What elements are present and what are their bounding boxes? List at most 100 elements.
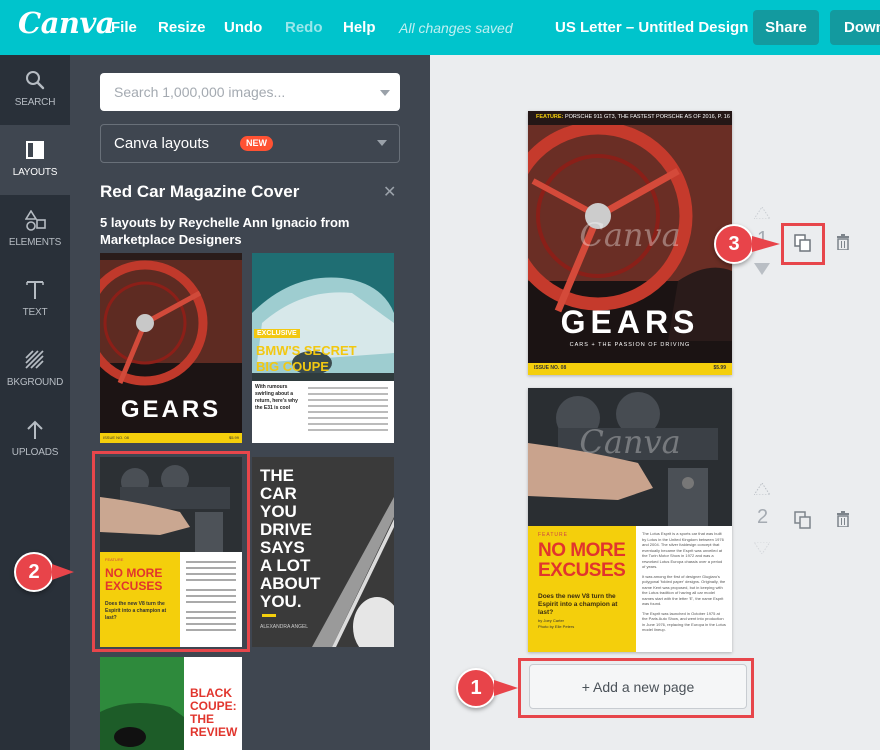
menu-file[interactable]: File	[111, 19, 137, 36]
rail-text-label: TEXT	[22, 307, 48, 318]
move-down-icon[interactable]	[754, 542, 770, 554]
page-1-price[interactable]: $5.99	[713, 365, 726, 371]
move-down-icon[interactable]	[754, 263, 770, 275]
thumb-bmw-headline-1: BMW'S SECRET	[256, 343, 357, 358]
thumb-car-drive-line: DRIVE	[260, 520, 312, 539]
rail-background-label: BKGROUND	[6, 377, 64, 388]
save-status: All changes saved	[399, 20, 513, 36]
thumb-car-drive-line: CAR	[260, 484, 297, 503]
page-2-byline-1[interactable]: by Joey Carter	[538, 618, 564, 623]
layouts-icon	[26, 141, 44, 159]
thumb-gears-issue: ISSUE NO. 08	[103, 435, 129, 440]
page-2-deck[interactable]: Does the new V8 turn the Espirit into a …	[538, 593, 632, 617]
rail-elements[interactable]: ELEMENTS	[0, 195, 70, 265]
page-1-subtitle[interactable]: CARS + THE PASSION OF DRIVING	[528, 342, 732, 348]
left-rail: SEARCH LAYOUTS ELEMENTS TEXT BKGROUND UP…	[0, 55, 70, 750]
thumb-car-drive-line: A LOT	[260, 556, 311, 575]
rail-background[interactable]: BKGROUND	[0, 335, 70, 405]
page-2-body-paragraph: It was among the first of designer Giugi…	[642, 573, 726, 607]
watermark: Canva	[579, 423, 681, 461]
layout-thumb-bmw[interactable]: EXCLUSIVE BMW'S SECRET BIG COUPE With ru…	[252, 253, 394, 443]
page-2-byline-2[interactable]: Photo by Elle Peters	[538, 624, 574, 629]
page-2-body-paragraph: The Esprit was launched in October 1975 …	[642, 610, 726, 633]
background-icon	[25, 350, 44, 369]
rail-elements-label: ELEMENTS	[8, 237, 62, 248]
page-2-headline-1[interactable]: NO MORE	[538, 541, 626, 561]
page-2-headline-2[interactable]: EXCUSES	[538, 561, 626, 581]
download-button[interactable]: Down	[830, 10, 880, 45]
thumb-bmw-teaser: With rumours swirling about a return, he…	[255, 384, 298, 411]
search-input[interactable]	[100, 73, 370, 111]
thumb-bmw-headline-2: BIG COUPE	[256, 359, 329, 374]
page-1-issue[interactable]: ISSUE NO. 08	[534, 365, 566, 371]
thumb-black-coupe-text: BLACK COUPE: THE REVIEW	[190, 687, 237, 739]
callout-2: 2	[14, 552, 54, 592]
watermark: Canva	[579, 216, 681, 254]
menu-redo[interactable]: Redo	[285, 19, 323, 36]
page-2[interactable]: Canva FEATURE NO MORE EXCUSES Does the n…	[528, 388, 732, 652]
thumb-car-drive-line: THE	[260, 466, 294, 485]
thumb-car-drive-byline: ALEXANDRA ANGEL	[260, 624, 309, 630]
rail-uploads[interactable]: UPLOADS	[0, 405, 70, 475]
document-title[interactable]: US Letter – Untitled Design	[555, 19, 748, 36]
search-icon	[26, 71, 45, 90]
rail-search-label: SEARCH	[14, 97, 56, 108]
layouts-panel: Canva layouts NEW Red Car Magazine Cover…	[70, 55, 430, 750]
layout-thumb-black-coupe[interactable]: BLACK COUPE: THE REVIEW	[100, 657, 242, 750]
page-2-feature[interactable]: FEATURE	[538, 532, 568, 538]
callout-pointer	[494, 680, 518, 696]
menu-resize[interactable]: Resize	[158, 19, 206, 36]
callout-pointer	[752, 236, 780, 252]
move-up-icon[interactable]	[754, 483, 770, 495]
rail-text[interactable]: TEXT	[0, 265, 70, 335]
thumb-car-drive-text: THE CAR YOU DRIVE SAYS A LOT ABOUT YOU.	[260, 467, 320, 611]
layouts-dropdown-label: Canva layouts	[114, 135, 210, 152]
thumb-gears-price: $5.99	[228, 435, 239, 440]
text-icon	[26, 281, 44, 299]
page-1-banner-text: PORSCHE 911 GT3, THE FASTEST PORSCHE AS …	[564, 114, 730, 120]
callout-3: 3	[714, 224, 754, 264]
chevron-down-icon	[377, 140, 387, 146]
close-icon[interactable]: ✕	[383, 182, 396, 202]
thumb-car-drive-line: YOU	[260, 502, 297, 521]
layouts-dropdown[interactable]: Canva layouts NEW	[100, 124, 400, 163]
page-2-number: 2	[757, 506, 769, 528]
layout-thumb-gears[interactable]: GEARS ISSUE NO. 08 $5.99	[100, 253, 242, 443]
thumb-black-coupe-line: REVIEW	[190, 725, 238, 739]
move-up-icon[interactable]	[754, 207, 770, 219]
rail-search[interactable]: SEARCH	[0, 55, 70, 125]
callout-pointer	[52, 564, 74, 580]
menu-help[interactable]: Help	[343, 19, 376, 36]
selected-layout-highlight	[92, 451, 250, 652]
callout-1: 1	[456, 668, 496, 708]
top-bar: Canva File Resize Undo Redo Help All cha…	[0, 0, 880, 55]
page-1[interactable]: FEATURE: PORSCHE 911 GT3, THE FASTEST PO…	[528, 111, 732, 375]
image-search	[100, 73, 400, 111]
delete-page-icon[interactable]	[836, 234, 850, 250]
duplicate-page-icon[interactable]	[794, 511, 812, 529]
new-badge: NEW	[240, 136, 273, 151]
chevron-down-icon[interactable]	[380, 90, 390, 96]
page-2-body[interactable]: The Lotus Esprit is a sports car that wa…	[642, 531, 726, 633]
uploads-icon	[27, 420, 43, 439]
duplicate-page-icon[interactable]	[794, 234, 812, 252]
page-1-banner: FEATURE: PORSCHE 911 GT3, THE FASTEST PO…	[536, 114, 730, 120]
thumb-bmw-tag: EXCLUSIVE	[254, 329, 300, 338]
page-1-title[interactable]: GEARS	[528, 304, 732, 341]
thumb-gears-title: GEARS	[120, 396, 222, 423]
rail-uploads-label: UPLOADS	[11, 447, 59, 458]
delete-page-icon[interactable]	[836, 511, 850, 527]
rail-layouts-label: LAYOUTS	[12, 167, 58, 178]
thumb-car-drive-line: YOU.	[260, 592, 302, 611]
page-1-banner-feature: FEATURE:	[536, 114, 564, 120]
canva-logo[interactable]: Canva	[18, 6, 115, 40]
add-new-page-button[interactable]: + Add a new page	[529, 664, 747, 709]
menu-undo[interactable]: Undo	[224, 19, 262, 36]
accent-bar	[262, 614, 276, 617]
panel-subtitle: 5 layouts by Reychelle Ann Ignacio from …	[100, 215, 350, 247]
share-button[interactable]: Share	[753, 10, 819, 45]
page-2-body-paragraph: The Lotus Esprit is a sports car that wa…	[642, 531, 724, 569]
rail-layouts[interactable]: LAYOUTS	[0, 125, 70, 195]
layout-thumb-car-drive[interactable]: THE CAR YOU DRIVE SAYS A LOT ABOUT YOU. …	[252, 457, 394, 647]
thumb-car-drive-line: ABOUT	[260, 574, 321, 593]
